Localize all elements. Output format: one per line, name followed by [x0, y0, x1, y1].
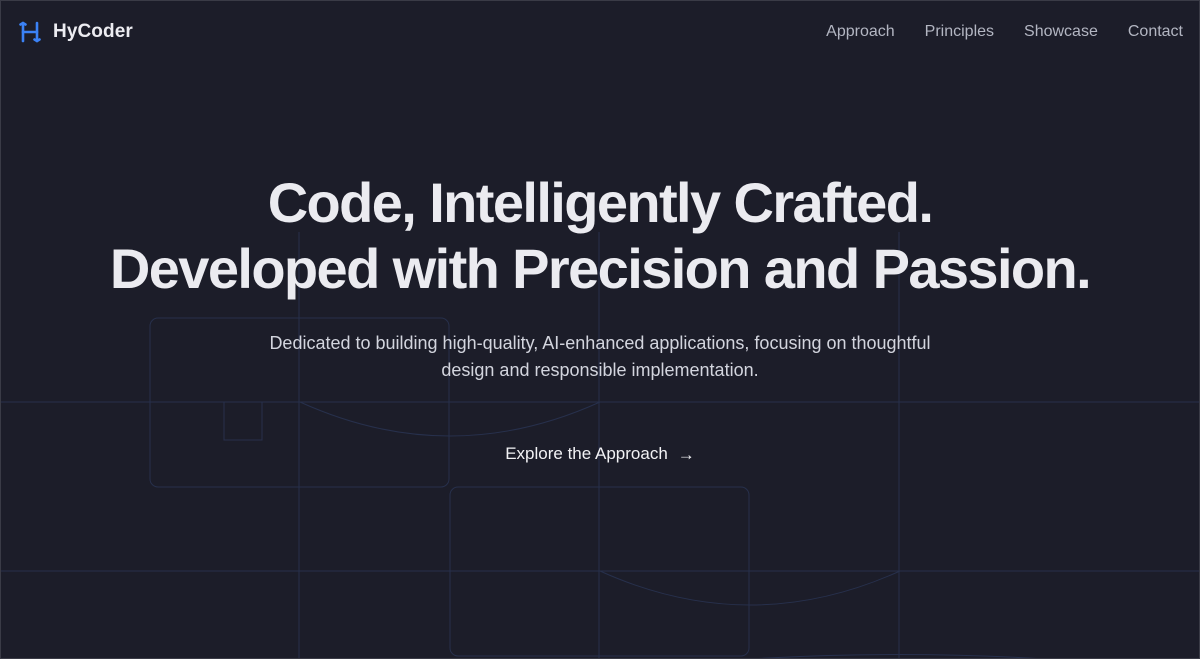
hero-subtitle: Dedicated to building high-quality, AI-e…	[269, 333, 931, 380]
hero-headline: Code, Intelligently Crafted. Developed w…	[0, 170, 1200, 302]
nav-link-approach[interactable]: Approach	[826, 22, 895, 42]
h-logo-icon	[19, 21, 41, 43]
brand-name: HyCoder	[53, 21, 133, 42]
nav-links: Approach Principles Showcase Contact	[826, 22, 1183, 42]
nav-link-principles[interactable]: Principles	[925, 22, 994, 42]
explore-approach-button[interactable]: Explore the Approach →	[492, 440, 708, 468]
brand-home-link[interactable]: HyCoder	[19, 20, 133, 44]
cta-label: Explore the Approach	[505, 444, 668, 463]
hero-headline-line-2: Developed with Precision and Passion.	[109, 237, 1092, 300]
arrow-right-icon: →	[677, 444, 695, 464]
nav-link-showcase[interactable]: Showcase	[1024, 22, 1098, 42]
top-navigation: HyCoder Approach Principles Showcase Con…	[0, 0, 1200, 64]
nav-link-contact[interactable]: Contact	[1128, 22, 1183, 42]
hero-section: Code, Intelligently Crafted. Developed w…	[0, 0, 1200, 659]
hero-headline-line-1: Code, Intelligently Crafted.	[267, 171, 934, 234]
